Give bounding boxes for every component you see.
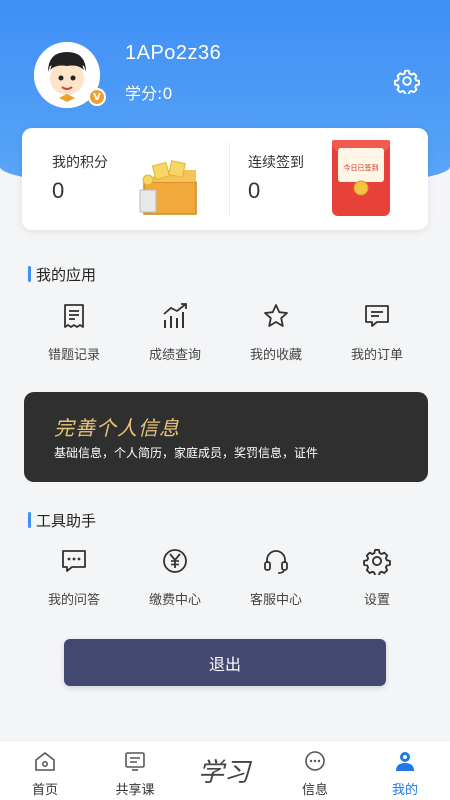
checkin-label: 连续签到 bbox=[248, 155, 304, 171]
tab-label: 共享课 bbox=[115, 783, 155, 798]
tool-item-label: 我的问答 bbox=[47, 593, 100, 608]
vip-badge: V bbox=[88, 88, 106, 106]
logout-button[interactable]: 退出 bbox=[64, 639, 386, 686]
center-study-logo[interactable]: 学习 bbox=[198, 752, 250, 789]
tab-label: 首页 bbox=[31, 783, 58, 798]
app-item-label: 错题记录 bbox=[47, 348, 100, 363]
message-icon bbox=[305, 751, 325, 771]
tab-messages[interactable]: 信息 bbox=[270, 741, 360, 800]
gear-icon bbox=[363, 548, 391, 575]
envelope-text: 今日已签到 bbox=[343, 164, 379, 172]
banner-subtitle: 基础信息，个人简历，家庭成员，奖罚信息，证件 bbox=[54, 446, 319, 460]
headset-icon bbox=[264, 550, 288, 574]
tools-title: 工具助手 bbox=[28, 510, 96, 531]
yuan-icon bbox=[163, 549, 187, 573]
stats-divider bbox=[229, 142, 230, 216]
tab-home[interactable]: 首页 bbox=[0, 741, 90, 800]
tab-shared-courses[interactable]: 共享课 bbox=[90, 741, 180, 800]
my-apps-title: 我的应用 bbox=[28, 264, 96, 285]
complete-profile-banner[interactable]: 完善个人信息 基础信息，个人简历，家庭成员，奖罚信息，证件 bbox=[24, 392, 428, 482]
tool-item-label: 客服中心 bbox=[249, 593, 302, 608]
tab-label: 我的 bbox=[391, 783, 418, 798]
app-item-error-records[interactable]: 错题记录 bbox=[24, 302, 124, 372]
tab-mine[interactable]: 我的 bbox=[360, 741, 450, 800]
app-item-label: 成绩查询 bbox=[148, 348, 201, 363]
app-item-favorites[interactable]: 我的收藏 bbox=[226, 302, 326, 372]
credits-text: 学分:0 bbox=[125, 84, 173, 103]
username: 1APo2z36 bbox=[125, 42, 222, 64]
red-envelope-icon bbox=[332, 140, 390, 216]
points-label: 我的积分 bbox=[52, 155, 108, 171]
app-item-label: 我的订单 bbox=[350, 348, 403, 363]
profile-icon bbox=[396, 752, 414, 771]
chart-icon bbox=[163, 303, 187, 328]
tool-item-my-qa[interactable]: 我的问答 bbox=[24, 547, 124, 617]
tab-label: 信息 bbox=[301, 783, 328, 798]
app-item-orders[interactable]: 我的订单 bbox=[327, 302, 427, 372]
tool-item-label: 设置 bbox=[363, 593, 390, 608]
treasure-chest-icon bbox=[139, 160, 197, 215]
app-item-label: 我的收藏 bbox=[249, 348, 302, 363]
star-icon bbox=[264, 304, 288, 327]
home-icon bbox=[35, 752, 55, 771]
receipt-icon bbox=[64, 304, 84, 328]
chat-icon bbox=[62, 550, 86, 572]
points-value: 0 bbox=[52, 178, 65, 203]
banner-title: 完善个人信息 bbox=[54, 416, 180, 440]
checkin-value: 0 bbox=[248, 178, 261, 203]
tool-item-label: 缴费中心 bbox=[148, 593, 201, 608]
order-icon bbox=[365, 305, 389, 327]
tool-item-payment[interactable]: 缴费中心 bbox=[125, 547, 225, 617]
app-item-score-query[interactable]: 成绩查询 bbox=[125, 302, 225, 372]
tool-item-customer-service[interactable]: 客服中心 bbox=[226, 547, 326, 617]
tool-item-settings[interactable]: 设置 bbox=[327, 547, 427, 617]
course-icon bbox=[125, 752, 145, 771]
settings-gear-icon[interactable] bbox=[394, 68, 420, 94]
